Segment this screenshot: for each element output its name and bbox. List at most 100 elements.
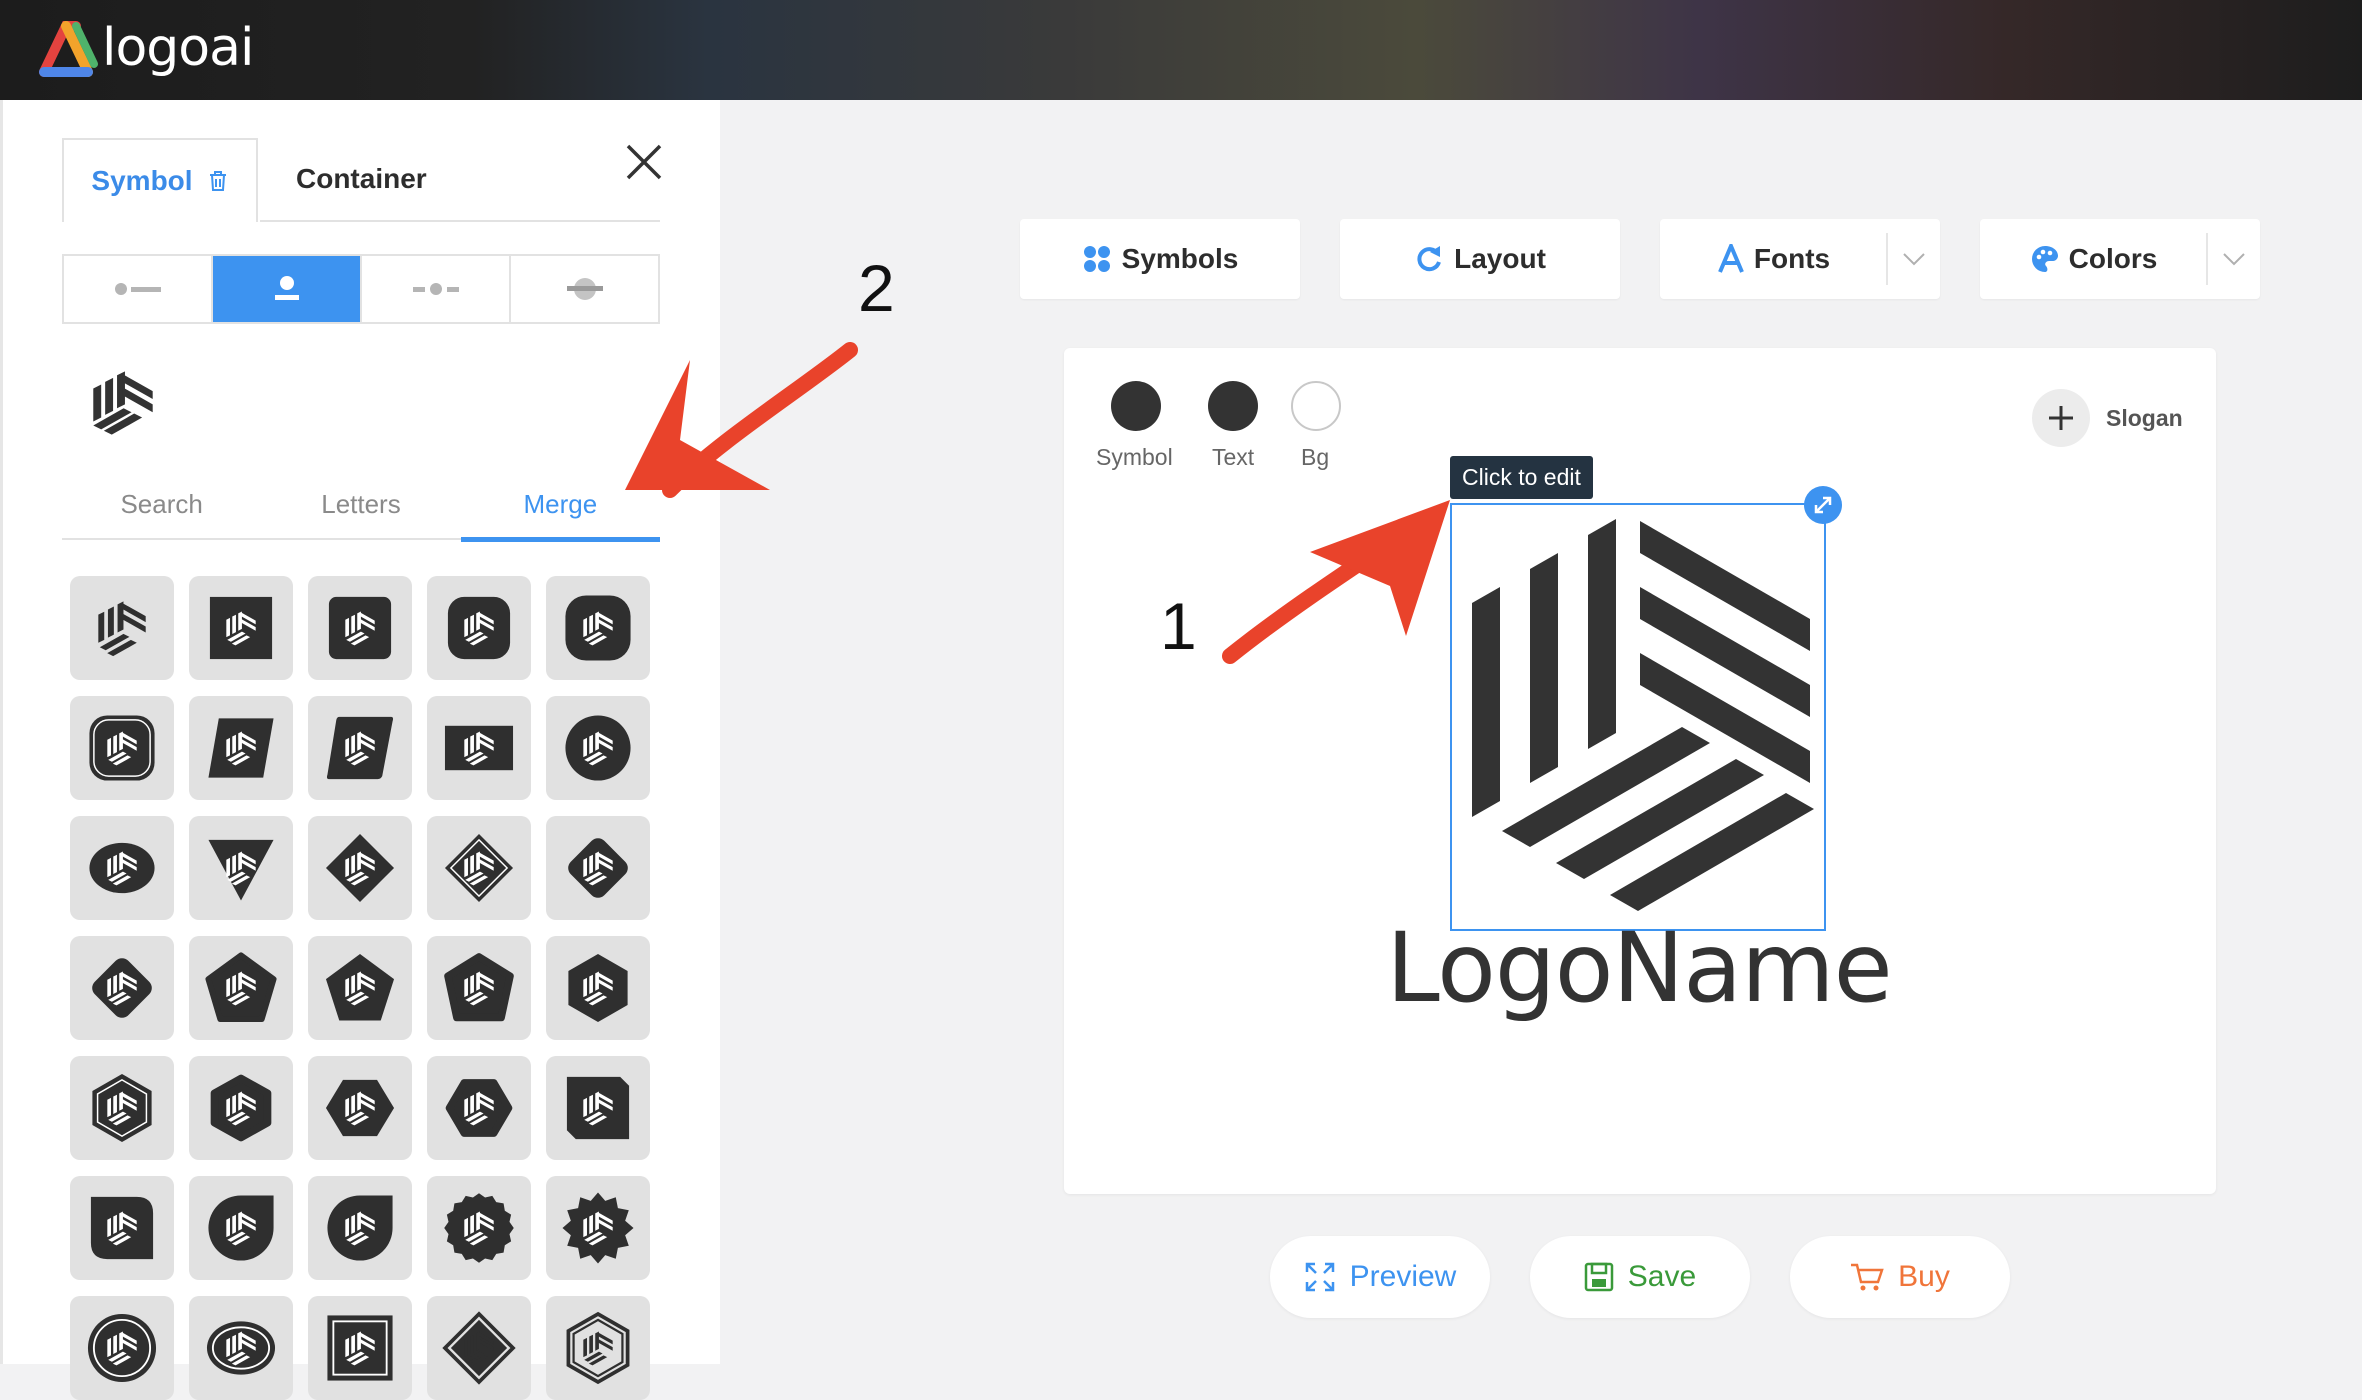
container-square-cut-icon bbox=[566, 1076, 630, 1140]
container-diamond-rounded-icon bbox=[568, 838, 628, 898]
container-shape-option[interactable] bbox=[70, 576, 174, 680]
save-button[interactable]: Save bbox=[1530, 1236, 1750, 1318]
container-shape-option[interactable] bbox=[308, 1296, 412, 1400]
slogan-label: Slogan bbox=[2106, 404, 2183, 431]
container-shape-option[interactable] bbox=[308, 1056, 412, 1160]
container-rounded-square-outline-icon bbox=[89, 715, 155, 781]
symbols-button[interactable]: Symbols bbox=[1020, 219, 1300, 299]
background-color-label: Bg bbox=[1301, 444, 1330, 470]
container-shape-option[interactable] bbox=[189, 1296, 293, 1400]
container-shape-option[interactable] bbox=[308, 696, 412, 800]
buy-button[interactable]: Buy bbox=[1790, 1236, 2010, 1318]
fonts-label: Fonts bbox=[1753, 243, 1831, 274]
trash-icon[interactable] bbox=[207, 169, 229, 193]
container-shape-option[interactable] bbox=[308, 576, 412, 680]
container-shape-option[interactable] bbox=[70, 1296, 174, 1400]
top-bar: logoai bbox=[0, 0, 2362, 100]
symbol-color-swatch[interactable] bbox=[1111, 381, 1161, 431]
layout-symbol-left[interactable] bbox=[64, 256, 213, 322]
buy-label: Buy bbox=[1898, 1260, 1950, 1293]
container-shape-option[interactable] bbox=[308, 1176, 412, 1280]
container-shape-option[interactable] bbox=[189, 1176, 293, 1280]
logo-name-text[interactable]: LogoName bbox=[1364, 912, 1914, 1024]
container-shape-option[interactable] bbox=[546, 816, 650, 920]
container-shape-option[interactable] bbox=[70, 936, 174, 1040]
add-slogan-button[interactable]: Slogan bbox=[2032, 389, 2183, 447]
container-shape-option[interactable] bbox=[427, 696, 531, 800]
container-none-icon bbox=[98, 601, 146, 657]
tab-container[interactable]: Container bbox=[260, 138, 660, 222]
container-shape-option[interactable] bbox=[189, 936, 293, 1040]
annotation-arrow-1 bbox=[1222, 500, 1450, 664]
layout-middle-icon bbox=[412, 283, 459, 295]
text-color-label: Text bbox=[1212, 444, 1255, 470]
container-hexagon-flat-icon bbox=[325, 1079, 395, 1137]
container-shape-option[interactable] bbox=[308, 816, 412, 920]
preview-button[interactable]: Preview bbox=[1270, 1236, 1490, 1318]
container-shape-option[interactable] bbox=[70, 696, 174, 800]
logoai-logo-icon[interactable] bbox=[36, 18, 104, 78]
container-shape-option[interactable] bbox=[546, 936, 650, 1040]
layout-symbol-top[interactable] bbox=[213, 256, 362, 322]
container-shape-option[interactable] bbox=[427, 576, 531, 680]
layout-symbol-middle[interactable] bbox=[362, 256, 511, 322]
container-rounded-square-large-icon bbox=[565, 595, 631, 661]
annotation-step-2: 2 bbox=[858, 251, 895, 325]
preview-label: Preview bbox=[1349, 1260, 1457, 1293]
symbol-color-label: Symbol bbox=[1096, 444, 1173, 470]
container-rectangle-icon bbox=[444, 725, 514, 771]
container-shape-option[interactable] bbox=[427, 1176, 531, 1280]
layout-symbol-behind[interactable] bbox=[511, 256, 658, 322]
container-shape-option[interactable] bbox=[189, 1056, 293, 1160]
container-diamond-rounded-alt-icon bbox=[92, 958, 152, 1018]
container-shape-option[interactable] bbox=[308, 936, 412, 1040]
expand-icon bbox=[1305, 1262, 1334, 1292]
fonts-dropdown-toggle[interactable] bbox=[1886, 233, 1940, 285]
symbol-subtabs: Search Letters Merge bbox=[62, 470, 661, 542]
chevron-down-icon bbox=[2223, 253, 2245, 266]
app-name[interactable]: logoai bbox=[102, 18, 254, 78]
logo-symbol-icon[interactable] bbox=[1452, 505, 1824, 929]
container-shape-option[interactable] bbox=[546, 696, 650, 800]
fonts-button[interactable]: Fonts bbox=[1660, 219, 1940, 299]
container-square-frame-icon bbox=[327, 1315, 393, 1381]
container-shape-option[interactable] bbox=[427, 936, 531, 1040]
container-shape-option[interactable] bbox=[427, 1056, 531, 1160]
save-disk-icon bbox=[1584, 1262, 1614, 1292]
tab-symbol[interactable]: Symbol bbox=[62, 138, 258, 222]
container-shape-option[interactable] bbox=[70, 816, 174, 920]
container-parallelogram-rounded-icon bbox=[326, 716, 394, 780]
container-hexagon-flat-rounded-icon bbox=[445, 1079, 513, 1137]
colors-button[interactable]: Colors bbox=[1980, 219, 2260, 299]
container-shape-option[interactable] bbox=[546, 1176, 650, 1280]
subtab-letters[interactable]: Letters bbox=[261, 470, 460, 538]
cart-icon bbox=[1851, 1263, 1884, 1291]
tab-symbol-label: Symbol bbox=[91, 165, 193, 196]
background-color-swatch[interactable] bbox=[1291, 381, 1341, 431]
symbols-label: Symbols bbox=[1121, 243, 1239, 274]
text-color-swatch[interactable] bbox=[1208, 381, 1258, 431]
layout-refresh-icon bbox=[1417, 246, 1442, 272]
container-shape-option[interactable] bbox=[427, 816, 531, 920]
container-square-icon bbox=[209, 596, 273, 660]
container-shape-option[interactable] bbox=[427, 1296, 531, 1400]
colors-dropdown-toggle[interactable] bbox=[2206, 233, 2260, 285]
container-shape-option[interactable] bbox=[189, 816, 293, 920]
container-shape-option[interactable] bbox=[546, 576, 650, 680]
container-pentagon-rounded-icon bbox=[205, 952, 277, 1023]
container-shape-option[interactable] bbox=[546, 1296, 650, 1400]
container-shape-option[interactable] bbox=[189, 576, 293, 680]
symbol-selection-box[interactable] bbox=[1450, 503, 1826, 931]
container-rounded-square-icon bbox=[328, 596, 392, 660]
container-shape-grid bbox=[70, 576, 670, 1400]
resize-handle[interactable] bbox=[1804, 486, 1842, 524]
subtab-search[interactable]: Search bbox=[62, 470, 261, 538]
container-badge-star-icon bbox=[562, 1192, 634, 1264]
layout-button[interactable]: Layout bbox=[1340, 219, 1620, 299]
close-icon[interactable] bbox=[622, 140, 666, 184]
container-shape-option[interactable] bbox=[546, 1056, 650, 1160]
container-pentagon-icon bbox=[325, 953, 395, 1021]
container-shape-option[interactable] bbox=[70, 1176, 174, 1280]
container-shape-option[interactable] bbox=[70, 1056, 174, 1160]
container-shape-option[interactable] bbox=[189, 696, 293, 800]
